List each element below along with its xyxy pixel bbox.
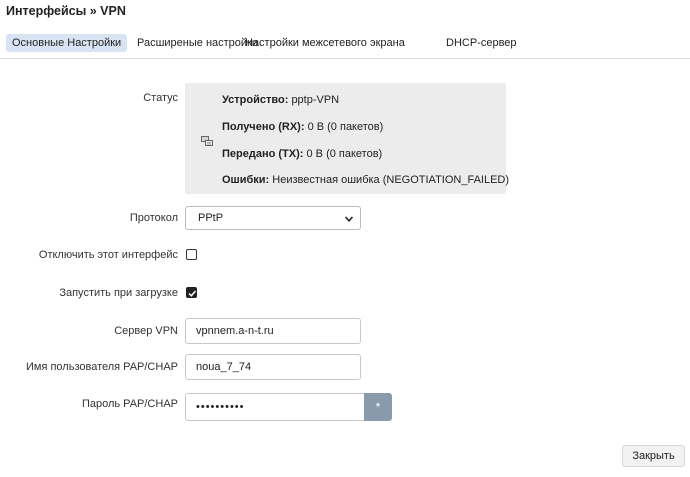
- disable-interface-label: Отключить этот интерфейс: [38, 249, 178, 261]
- tab-bar: Основные Настройки Расширеные настройки …: [0, 26, 690, 59]
- status-panel: Устройство: pptp-VPN Получено (RX): 0 B …: [185, 83, 510, 194]
- autostart-label: Запустить при загрузке: [59, 287, 178, 299]
- autostart-checkbox[interactable]: [186, 287, 197, 298]
- tab-firewall-settings[interactable]: Настройки межсетевого экрана: [239, 34, 411, 52]
- vpn-server-label: Сервер VPN: [114, 325, 178, 337]
- protocol-label: Протокол: [129, 212, 178, 224]
- checkmark-icon: [188, 290, 197, 297]
- vpn-server-input[interactable]: vpnnem.a-n-t.ru: [185, 318, 361, 344]
- status-label: Статус: [143, 92, 178, 104]
- password-input[interactable]: ••••••••••: [185, 393, 365, 421]
- status-tx: Передано (TX): 0 B (0 пакетов): [222, 148, 383, 160]
- network-icon: [201, 135, 213, 146]
- status-device: Устройство: pptp-VPN: [222, 94, 340, 106]
- page-title: Интерфейсы » VPN: [6, 4, 126, 18]
- close-button[interactable]: Закрыть: [622, 445, 685, 467]
- status-errors: Ошибки: Неизвестная ошибка (NEGOTIATION_…: [222, 174, 510, 186]
- tab-dhcp-server[interactable]: DHCP-сервер: [440, 34, 523, 52]
- chevron-down-icon: [344, 213, 354, 223]
- password-label: Пароль PAP/CHAP: [81, 398, 178, 410]
- protocol-select[interactable]: PPtP: [185, 206, 361, 230]
- tab-basic-settings[interactable]: Основные Настройки: [6, 34, 128, 52]
- username-label: Имя пользователя PAP/CHAP: [25, 361, 178, 373]
- disable-interface-checkbox[interactable]: [186, 249, 197, 260]
- status-rx: Получено (RX): 0 B (0 пакетов): [222, 121, 384, 133]
- reveal-password-button[interactable]: *: [364, 393, 392, 421]
- username-input[interactable]: noua_7_74: [185, 354, 361, 380]
